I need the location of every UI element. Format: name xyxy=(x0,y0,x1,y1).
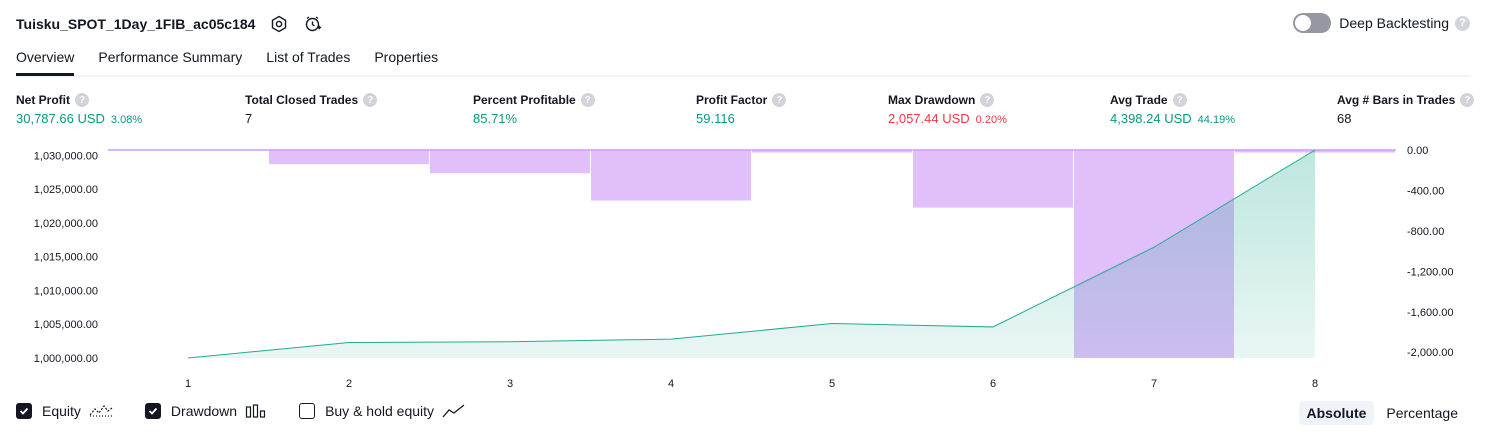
buyhold-line-icon xyxy=(442,403,466,419)
help-icon[interactable]: ? xyxy=(1460,93,1475,107)
metric-label: Profit Factor xyxy=(696,93,768,107)
equity-label: Equity xyxy=(42,403,81,419)
tab-bar: Overview Performance Summary List of Tra… xyxy=(16,44,1470,77)
metric-value: 85.71% xyxy=(473,111,518,126)
metric-value: 30,787.66 USD xyxy=(16,111,105,126)
x-tick-label: 5 xyxy=(829,378,835,390)
metric-max-drawdown: Max Drawdown? 2,057.44 USD 0.20% xyxy=(888,93,1007,126)
buyhold-toggle[interactable]: Buy & hold equity xyxy=(299,403,466,419)
equity-line-icon xyxy=(89,403,113,419)
y-left-tick-label: 1,005,000.00 xyxy=(34,319,98,331)
drawdown-bar xyxy=(752,150,912,153)
y-left-tick-label: 1,020,000.00 xyxy=(34,218,98,230)
metric-value: 7 xyxy=(245,111,253,126)
metric-percent: 44.19% xyxy=(1197,114,1235,126)
metric-avg-bars-in-trades: Avg # Bars in Trades? 68 xyxy=(1337,93,1475,126)
metric-label: Max Drawdown xyxy=(888,93,976,107)
y-right-tick-label: -1,600.00 xyxy=(1407,307,1453,319)
drawdown-label: Drawdown xyxy=(170,403,238,419)
y-left-tick-label: 1,025,000.00 xyxy=(34,184,98,196)
metric-value: 68 xyxy=(1337,111,1352,126)
y-right-tick-label: -2,000.00 xyxy=(1407,347,1453,359)
metric-total-closed-trades: Total Closed Trades? 7 xyxy=(245,93,378,126)
deep-backtesting-toggle[interactable] xyxy=(1293,13,1332,33)
equity-toggle[interactable]: Equity xyxy=(16,403,113,419)
x-tick-label: 7 xyxy=(1151,378,1157,390)
drawdown-bar xyxy=(269,150,429,165)
help-icon[interactable]: ? xyxy=(363,93,378,107)
strategy-header: Tuisku_SPOT_1Day_1FIB_ac05c184 xyxy=(16,12,323,36)
drawdown-bar xyxy=(591,150,751,201)
x-tick-label: 6 xyxy=(990,378,996,390)
settings-icon[interactable] xyxy=(269,14,289,34)
y-left-tick-label: 1,030,000.00 xyxy=(34,150,98,162)
help-icon[interactable]: ? xyxy=(580,93,595,107)
y-left-tick-label: 1,000,000.00 xyxy=(34,353,98,365)
help-icon[interactable]: ? xyxy=(772,93,787,107)
metric-label: Total Closed Trades xyxy=(245,93,359,107)
tab-performance-summary[interactable]: Performance Summary xyxy=(98,44,242,73)
x-tick-label: 3 xyxy=(507,378,513,390)
toggle-knob xyxy=(1295,15,1312,31)
drawdown-checkbox[interactable] xyxy=(144,403,161,419)
equity-drawdown-chart[interactable]: 1,000,000.00 1,005,000.00 1,010,000.00 1,01… xyxy=(0,140,1486,395)
x-tick-label: 8 xyxy=(1312,378,1318,390)
deep-backtesting: Deep Backtesting ? xyxy=(1293,13,1470,33)
value-mode-switch: Absolute Percentage xyxy=(1295,401,1467,425)
metric-label: Avg Trade xyxy=(1110,93,1168,107)
tab-list-of-trades[interactable]: List of Trades xyxy=(266,44,350,73)
x-tick-label: 1 xyxy=(185,378,191,390)
metric-percent: 0.20% xyxy=(975,114,1007,126)
metric-label: Net Profit xyxy=(16,93,70,107)
buyhold-label: Buy & hold equity xyxy=(325,403,435,419)
x-tick-label: 2 xyxy=(346,378,352,390)
percentage-button[interactable]: Percentage xyxy=(1378,401,1466,425)
y-right-tick-label: -400.00 xyxy=(1407,185,1444,197)
help-icon[interactable]: ? xyxy=(980,93,995,107)
metric-value: 2,057.44 USD xyxy=(888,111,970,126)
deep-backtesting-label: Deep Backtesting xyxy=(1339,15,1449,31)
y-left-tick-label: 1,010,000.00 xyxy=(34,285,98,297)
strategy-name: Tuisku_SPOT_1Day_1FIB_ac05c184 xyxy=(16,16,256,32)
drawdown-toggle[interactable]: Drawdown xyxy=(144,403,267,419)
metric-label: Percent Profitable xyxy=(473,93,576,107)
drawdown-bars-icon xyxy=(245,403,267,419)
absolute-button[interactable]: Absolute xyxy=(1298,401,1375,425)
add-alert-icon[interactable] xyxy=(303,14,323,34)
help-icon[interactable]: ? xyxy=(1172,93,1187,107)
metric-percent-profitable: Percent Profitable? 85.71% xyxy=(473,93,595,126)
tab-properties[interactable]: Properties xyxy=(374,44,438,73)
help-icon[interactable]: ? xyxy=(1455,15,1470,31)
x-tick-label: 4 xyxy=(668,378,674,390)
y-right-tick-label: -1,200.00 xyxy=(1407,266,1453,278)
y-right-tick-label: 0.00 xyxy=(1407,145,1428,157)
metric-value: 59.116 xyxy=(696,111,735,126)
drawdown-bar xyxy=(430,150,590,174)
chart-legend: Equity Drawdown Buy & hold equity xyxy=(16,403,498,419)
drawdown-bar xyxy=(913,150,1073,208)
y-left-tick-label: 1,015,000.00 xyxy=(34,252,98,264)
help-icon[interactable]: ? xyxy=(75,93,89,107)
metric-label: Avg # Bars in Trades xyxy=(1337,93,1456,107)
metric-net-profit: Net Profit? 30,787.66 USD 3.08% xyxy=(16,93,142,126)
buyhold-checkbox[interactable] xyxy=(299,403,316,419)
metric-value: 4,398.24 USD xyxy=(1110,111,1192,126)
metric-percent: 3.08% xyxy=(110,114,143,126)
tab-overview[interactable]: Overview xyxy=(16,44,75,76)
y-right-tick-label: -800.00 xyxy=(1407,226,1444,238)
metric-avg-trade: Avg Trade? 4,398.24 USD 44.19% xyxy=(1110,93,1235,126)
equity-checkbox[interactable] xyxy=(16,403,32,419)
metric-profit-factor: Profit Factor? 59.116 xyxy=(696,93,787,126)
drawdown-bar xyxy=(108,150,268,151)
